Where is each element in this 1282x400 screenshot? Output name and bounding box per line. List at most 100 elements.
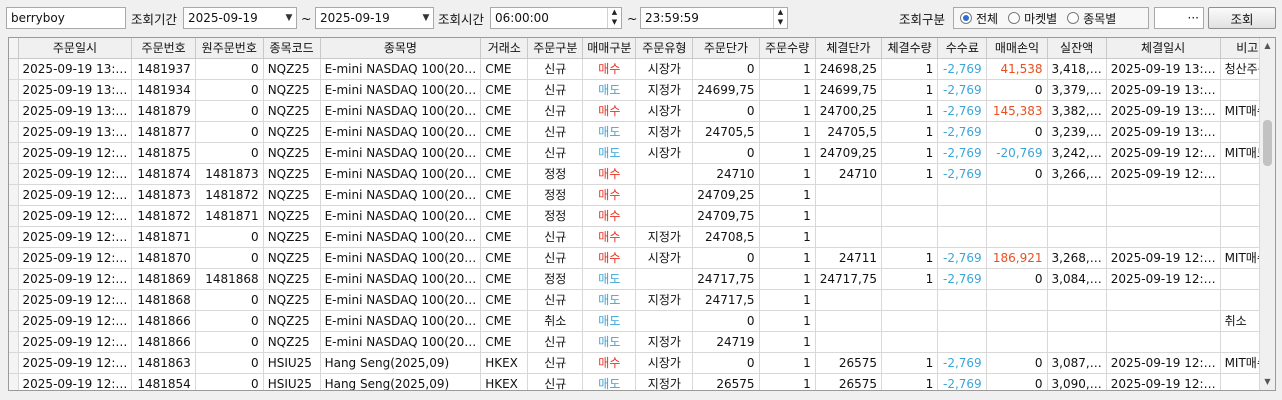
radio-selected-icon[interactable] (960, 12, 972, 24)
row-header[interactable] (9, 184, 19, 206)
mode-radio-market[interactable]: 마켓별 (1008, 10, 1057, 27)
table-row[interactable]: 2025-09-19 12:… 1481868 0 NQZ25 E-mini NASDA… (9, 289, 1275, 311)
column-header[interactable]: 주문유형 (635, 38, 694, 59)
cell-order-price: 0 (692, 58, 760, 80)
time-from-spinner[interactable]: 06:00:00 ▲ ▼ (490, 7, 622, 29)
cell-symbol-code: NQZ25 (263, 226, 321, 248)
cell-pnl: 0 (986, 79, 1048, 101)
table-row[interactable]: 2025-09-19 13:… 1481879 0 NQZ25 E-mini NASDA… (9, 100, 1275, 122)
column-header[interactable]: 주문단가 (692, 38, 760, 59)
row-header[interactable] (9, 373, 19, 390)
mode-radio-all[interactable]: 전체 (960, 10, 998, 27)
table-row[interactable]: 2025-09-19 13:… 1481934 0 NQZ25 E-mini NASDA… (9, 79, 1275, 101)
chevron-down-icon[interactable]: ▼ (419, 13, 433, 23)
column-header[interactable]: 주문수량 (759, 38, 816, 59)
mode-radio-group: 전체 마켓별 종목별 (953, 7, 1149, 29)
table-row[interactable]: 2025-09-19 12:… 1481854 0 HSIU25 Hang Seng(2… (9, 373, 1275, 390)
spin-buttons[interactable]: ▲ ▼ (773, 8, 787, 28)
scroll-up-icon[interactable]: ▲ (1260, 38, 1275, 54)
ellipsis-icon[interactable]: ··· (1188, 11, 1199, 25)
symbol-lookup-field[interactable]: ··· (1154, 7, 1204, 29)
cell-commission: -2,769 (937, 163, 988, 185)
table-row[interactable]: 2025-09-19 13:… 1481937 0 NQZ25 E-mini NASDA… (9, 58, 1275, 80)
table-row[interactable]: 2025-09-19 13:… 1481877 0 NQZ25 E-mini NASDA… (9, 121, 1275, 143)
spin-up-icon[interactable]: ▲ (608, 8, 621, 18)
cell-fill-price: 24710 (815, 163, 883, 185)
row-header[interactable] (9, 100, 19, 122)
radio-icon[interactable] (1067, 12, 1080, 24)
table-row[interactable]: 2025-09-19 12:… 1481870 0 NQZ25 E-mini NASDA… (9, 247, 1275, 269)
cell-fill-qty: 1 (881, 268, 939, 290)
row-header[interactable] (9, 142, 19, 164)
cell-fill-price: 24698,25 (815, 58, 883, 80)
column-header[interactable]: 체결일시 (1106, 38, 1221, 59)
row-header[interactable] (9, 352, 19, 374)
cell-fill-price: 24709,25 (815, 142, 883, 164)
column-header[interactable]: 주문번호 (131, 38, 196, 59)
column-header[interactable]: 주문구분 (527, 38, 584, 59)
cell-side: 매도 (582, 289, 637, 311)
column-header[interactable]: 거래소 (480, 38, 529, 59)
row-header[interactable] (9, 163, 19, 185)
row-header[interactable] (9, 289, 19, 311)
row-header[interactable] (9, 247, 19, 269)
order-table: 주문일시 주문번호 원주문번호 종목코드 종목명 거래소 주문구분 매매구분 주문유형 주문단가 주… (9, 38, 1275, 390)
cell-pnl (986, 289, 1048, 311)
cell-symbol-code: NQZ25 (263, 184, 321, 206)
cell-fill-time: 2025-09-19 12:… (1106, 268, 1221, 290)
column-header[interactable]: 주문일시 (18, 38, 133, 59)
table-row[interactable]: 2025-09-19 12:… 1481872 1481871 NQZ25 E-mini… (9, 205, 1275, 227)
cell-order-type (635, 184, 694, 206)
time-to-spinner[interactable]: 23:59:59 ▲ ▼ (640, 7, 788, 29)
column-header[interactable]: 실잔액 (1047, 38, 1107, 59)
column-header[interactable]: 매매손익 (986, 38, 1048, 59)
spin-up-icon[interactable]: ▲ (774, 8, 787, 18)
cell-fill-time (1106, 205, 1221, 227)
cell-commission: -2,769 (937, 268, 988, 290)
scroll-down-icon[interactable]: ▼ (1260, 374, 1275, 390)
query-toolbar: berryboy 조회기간 2025-09-19 ▼ ~ 2025-09-19 … (0, 0, 1282, 34)
table-row[interactable]: 2025-09-19 12:… 1481866 0 NQZ25 E-mini NASDA… (9, 331, 1275, 353)
account-field[interactable]: berryboy (6, 7, 126, 29)
cell-order-no: 1481877 (131, 121, 196, 143)
table-row[interactable]: 2025-09-19 12:… 1481874 1481873 NQZ25 E-mini… (9, 163, 1275, 185)
cell-side: 매도 (582, 268, 637, 290)
date-to-picker[interactable]: 2025-09-19 ▼ (315, 7, 434, 29)
vertical-scrollbar[interactable]: ▲ ▼ (1259, 38, 1275, 390)
table-row[interactable]: 2025-09-19 12:… 1481873 1481872 NQZ25 E-mini… (9, 184, 1275, 206)
column-header[interactable]: 종목코드 (263, 38, 321, 59)
row-header[interactable] (9, 58, 19, 80)
spin-down-icon[interactable]: ▼ (608, 18, 621, 28)
column-header[interactable]: 체결단가 (815, 38, 883, 59)
cell-balance: 3,268,… (1047, 247, 1107, 269)
date-from-picker[interactable]: 2025-09-19 ▼ (183, 7, 297, 29)
row-header[interactable] (9, 205, 19, 227)
table-row[interactable]: 2025-09-19 12:… 1481875 0 NQZ25 E-mini NASDA… (9, 142, 1275, 164)
search-button[interactable]: 조회 (1208, 7, 1276, 29)
spin-buttons[interactable]: ▲ ▼ (607, 8, 621, 28)
table-row[interactable]: 2025-09-19 12:… 1481866 0 NQZ25 E-mini NASDA… (9, 310, 1275, 332)
cell-orig-order-no: 1481873 (195, 163, 264, 185)
column-header[interactable]: 수수료 (937, 38, 988, 59)
column-header[interactable]: 매매구분 (582, 38, 637, 59)
cell-fill-qty (881, 331, 939, 353)
table-row[interactable]: 2025-09-19 12:… 1481871 0 NQZ25 E-mini NASDA… (9, 226, 1275, 248)
cell-commission: -2,769 (937, 100, 988, 122)
spin-down-icon[interactable]: ▼ (774, 18, 787, 28)
radio-icon[interactable] (1008, 12, 1021, 24)
table-row[interactable]: 2025-09-19 12:… 1481863 0 HSIU25 Hang Seng(2… (9, 352, 1275, 374)
row-header[interactable] (9, 121, 19, 143)
row-header[interactable] (9, 310, 19, 332)
column-header[interactable]: 체결수량 (881, 38, 939, 59)
cell-order-qty: 1 (759, 310, 816, 332)
column-header[interactable]: 원주문번호 (195, 38, 264, 59)
row-header[interactable] (9, 79, 19, 101)
chevron-down-icon[interactable]: ▼ (282, 13, 296, 23)
table-row[interactable]: 2025-09-19 12:… 1481869 1481868 NQZ25 E-mini… (9, 268, 1275, 290)
mode-radio-symbol[interactable]: 종목별 (1067, 10, 1116, 27)
row-header[interactable] (9, 268, 19, 290)
row-header[interactable] (9, 331, 19, 353)
column-header[interactable]: 종목명 (320, 38, 482, 59)
scroll-thumb[interactable] (1263, 120, 1272, 166)
row-header[interactable] (9, 226, 19, 248)
